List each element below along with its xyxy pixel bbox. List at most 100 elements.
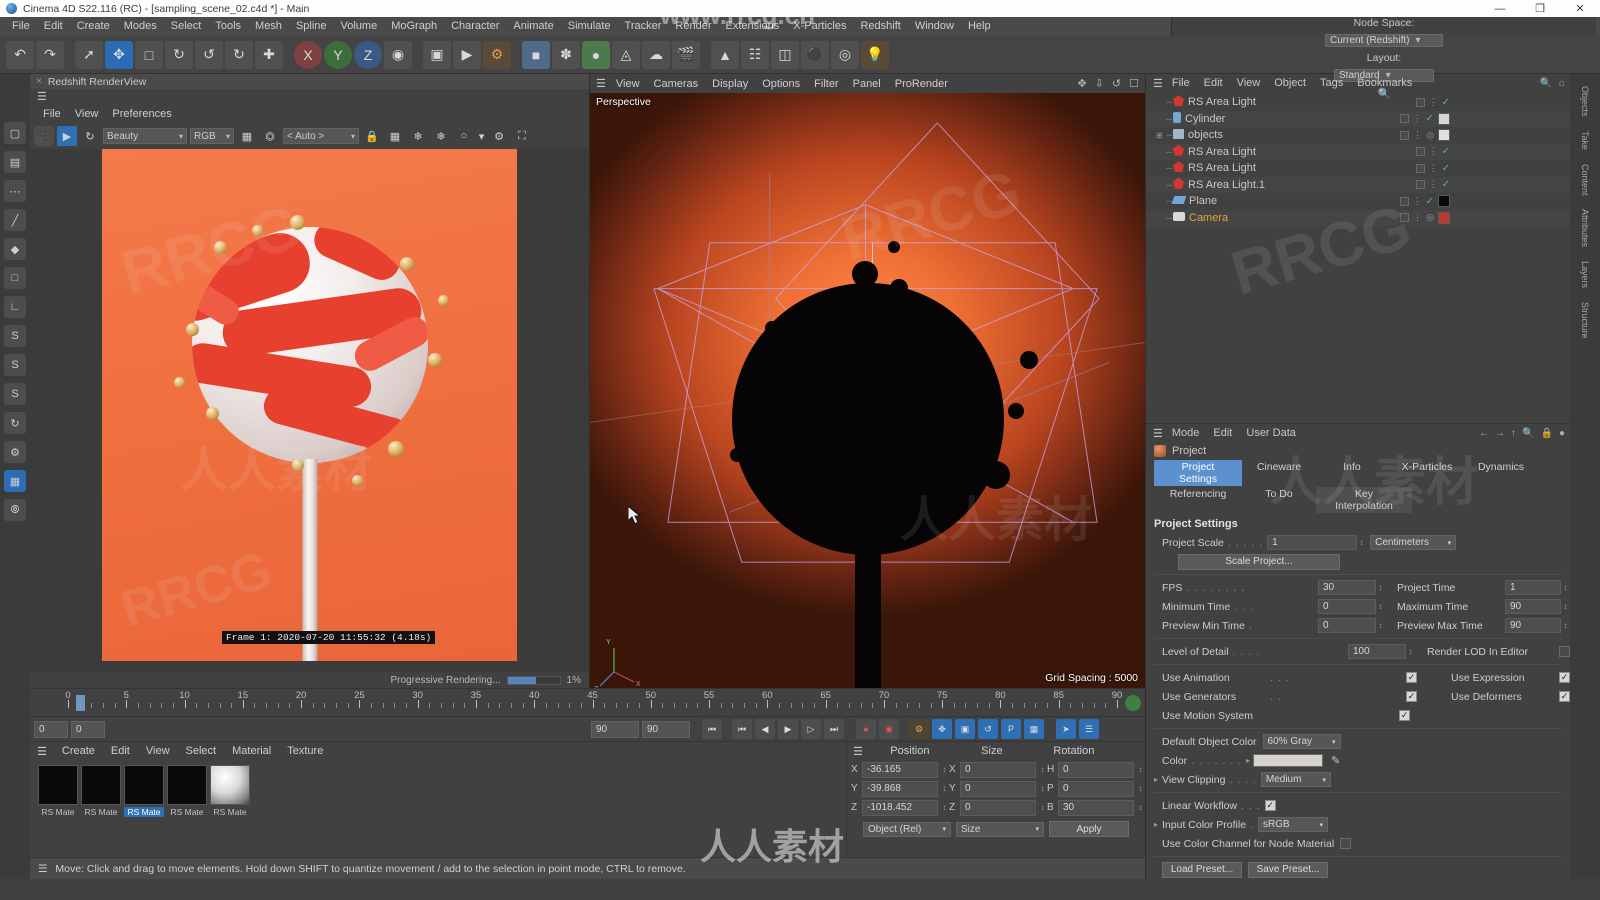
size-mode-dropdown[interactable]: Size ▾ (956, 821, 1044, 837)
rotation-p-field[interactable]: 0 (1058, 780, 1134, 797)
environment-button[interactable]: ☁ (642, 40, 670, 69)
menu-tracker[interactable]: Tracker (618, 17, 669, 36)
scale-project-button[interactable]: Scale Project... (1178, 553, 1340, 570)
project-scale-unit-dropdown[interactable]: Centimeters ▾ (1370, 535, 1457, 550)
pixel-grid-icon[interactable]: ▦ (385, 126, 405, 146)
save-preset-button[interactable]: Save Preset... (1248, 861, 1328, 878)
menu-xparticles[interactable]: X-Particles (786, 17, 853, 36)
menu-simulate[interactable]: Simulate (561, 17, 618, 36)
close-button[interactable]: ✕ (1560, 0, 1600, 17)
mat-menu-create[interactable]: Create (55, 745, 102, 757)
chevron-right-icon[interactable]: ▸ (1154, 820, 1158, 829)
object-enable-checkbox[interactable] (1415, 97, 1425, 107)
attr-menu-edit[interactable]: Edit (1206, 427, 1239, 439)
input-color-profile-dropdown[interactable]: sRGB ▾ (1257, 817, 1328, 832)
spinner-icon[interactable]: ↕ (940, 803, 949, 812)
render-lod-checkbox[interactable]: ✓ (1559, 646, 1570, 657)
viewport-canvas[interactable]: Perspective Y X Grid Spacing: 5000 (590, 93, 1145, 689)
forward-icon[interactable]: → (1495, 428, 1505, 439)
node-space-dropdown[interactable]: Current (Redshift) ▾ (1325, 34, 1443, 47)
menu-edit[interactable]: Edit (37, 17, 70, 36)
load-preset-button[interactable]: Load Preset... (1162, 861, 1242, 878)
menu-character[interactable]: Character (444, 17, 506, 36)
timeline-ruler[interactable]: 0 5 10 15 20 25 30 35 40 45 50 55 60 65 70 75 80 85 90 (30, 688, 1145, 716)
material-item[interactable]: RS Mate (81, 765, 121, 817)
spinner-icon[interactable]: ↕ (1136, 784, 1145, 793)
vp-menu-view[interactable]: View (609, 78, 647, 90)
visibility-dots-icon[interactable]: ⋮ (1429, 163, 1438, 174)
spinner-icon[interactable]: ↕ (1376, 583, 1385, 592)
step-back-button[interactable]: ◀ (755, 719, 775, 740)
om-menu-edit[interactable]: Edit (1197, 77, 1230, 89)
rotation-h-field[interactable]: 0 (1058, 761, 1134, 778)
use-expression-checkbox[interactable]: ✓ (1559, 672, 1570, 683)
tab-dynamics[interactable]: Dynamics (1466, 460, 1536, 486)
object-material-tag[interactable] (1438, 112, 1450, 125)
rotate-view-icon[interactable]: ↺ (1112, 77, 1121, 90)
crop-region-icon[interactable]: ⏣ (260, 126, 280, 146)
use-motion-system-checkbox[interactable]: ✓ (1399, 710, 1410, 721)
tool-snap-s3-icon[interactable]: S (4, 383, 26, 405)
cube-primitive-button[interactable]: ■ (522, 40, 550, 69)
tree-expander-icon[interactable]: ⊞ (1156, 131, 1166, 140)
select-tool-button[interactable]: ➚ (75, 40, 103, 69)
color-channel-checkbox[interactable]: ✓ (1340, 838, 1352, 849)
light-button[interactable]: 💡 (861, 40, 889, 69)
preview-max-time-field[interactable]: 90 (1505, 618, 1561, 633)
visibility-dots-icon[interactable]: ⋮ (1413, 196, 1422, 207)
material-item[interactable]: RS Mate (210, 765, 250, 817)
render-pass-dropdown[interactable]: Beauty ▾ (103, 128, 187, 144)
spinner-icon[interactable]: ↕ (1376, 621, 1385, 630)
key-pla-button[interactable]: ▦ (1024, 719, 1044, 740)
apply-button[interactable]: Apply (1049, 821, 1129, 838)
maximize-view-icon[interactable]: ☐ (1129, 77, 1139, 90)
vp-menu-prorender[interactable]: ProRender (888, 78, 955, 90)
vp-menu-cameras[interactable]: Cameras (647, 78, 706, 90)
menu-create[interactable]: Create (70, 17, 117, 36)
visibility-dots-icon[interactable]: ⋮ (1429, 97, 1438, 108)
material-item[interactable]: RS Mate (38, 765, 78, 817)
search-icon[interactable]: 🔍 (1522, 428, 1534, 439)
start-render-icon[interactable]: ▶ (57, 126, 77, 146)
spinner-icon[interactable]: ↕ (940, 784, 949, 793)
menu-tools[interactable]: Tools (208, 17, 248, 36)
spinner-icon[interactable]: ↕ (1038, 803, 1047, 812)
mat-menu-select[interactable]: Select (179, 745, 224, 757)
object-row[interactable]: ⊞ ─ objects ⋮ ◎ (1146, 127, 1570, 144)
up-icon[interactable]: ↑ (1511, 428, 1516, 439)
attr-menu-user-data[interactable]: User Data (1239, 427, 1303, 439)
rail-tab-attributes[interactable]: Attributes (1580, 209, 1590, 247)
key-parameter-button[interactable]: P (1001, 719, 1021, 740)
view-clipping-dropdown[interactable]: Medium ▾ (1260, 772, 1331, 787)
deformer-button[interactable]: ◬ (612, 40, 640, 69)
object-enable-checkbox[interactable] (1415, 147, 1425, 157)
vp-menu-filter[interactable]: Filter (807, 78, 845, 90)
chevron-down-icon[interactable]: ▾ (477, 126, 486, 146)
render-snapshot-icon[interactable]: 🎥 (34, 126, 54, 146)
focus-region-icon[interactable]: ⚙ (489, 126, 509, 146)
record-position-button[interactable]: ⚙ (909, 719, 929, 740)
position-z-field[interactable]: -1018.452 (862, 799, 938, 816)
hamburger-icon[interactable]: ☰ (853, 745, 863, 758)
tool-workplane-icon[interactable]: ∟ (4, 296, 26, 318)
hamburger-icon[interactable]: ☰ (37, 745, 53, 758)
scale-tool-button[interactable]: □ (135, 40, 163, 69)
spinner-icon[interactable]: ↕ (1038, 784, 1047, 793)
tab-cineware[interactable]: Cineware (1243, 460, 1315, 486)
search-icon[interactable]: 🔍 (1540, 78, 1552, 89)
attr-menu-mode[interactable]: Mode (1165, 427, 1207, 439)
menu-render[interactable]: Render (668, 17, 718, 36)
menu-mesh[interactable]: Mesh (248, 17, 289, 36)
object-enable-checkbox[interactable] (1400, 130, 1410, 140)
object-tree[interactable]: ─ RS Area Light ⋮ ✓ ─ Cylinder ⋮ ✓ ⊞ ─ objects ⋮ ◎ ─ R… (1146, 92, 1570, 423)
spinner-icon[interactable]: ↕ (1376, 602, 1385, 611)
lock-icon[interactable]: 🔒 (1541, 428, 1553, 439)
object-material-tag[interactable] (1438, 129, 1450, 142)
object-enable-checkbox[interactable] (1399, 114, 1409, 124)
pin-icon[interactable]: ● (1559, 428, 1565, 439)
object-row[interactable]: ─ Plane ⋮ ✓ (1146, 193, 1570, 210)
mat-menu-view[interactable]: View (139, 745, 177, 757)
tool-active-mode-icon[interactable]: ▦ (4, 470, 26, 492)
menu-spline[interactable]: Spline (289, 17, 334, 36)
step-forward-button[interactable]: ▷ (801, 719, 821, 740)
